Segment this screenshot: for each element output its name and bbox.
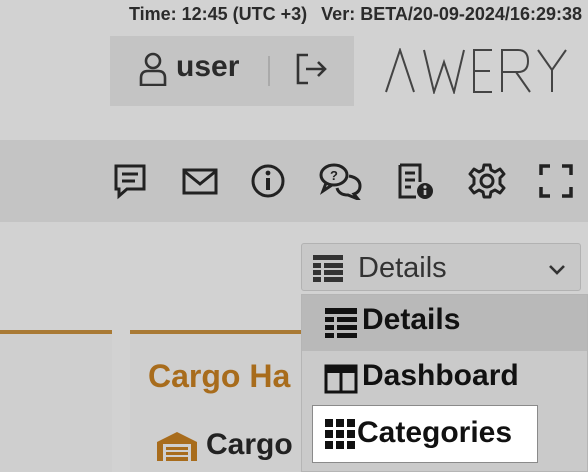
fullscreen-icon[interactable] bbox=[537, 162, 575, 200]
version-text: Ver: BETA/20-09-2024/16:29:38 bbox=[321, 4, 582, 24]
status-info: Time: 12:45 (UTC +3) Ver: BETA/20-09-2024… bbox=[129, 4, 582, 25]
user-panel: user bbox=[110, 36, 354, 106]
summary-card bbox=[0, 330, 112, 472]
view-option-label: Details bbox=[362, 303, 461, 336]
person-icon[interactable] bbox=[138, 52, 168, 86]
warehouse-icon bbox=[157, 432, 197, 461]
top-status-bar: Time: 12:45 (UTC +3) Ver: BETA/20-09-2024… bbox=[0, 0, 588, 30]
chevron-down-icon bbox=[549, 265, 565, 275]
view-option-label: Categories bbox=[357, 416, 513, 449]
view-select[interactable]: Details bbox=[301, 243, 581, 291]
chat-icon[interactable]: ? bbox=[319, 162, 363, 200]
details-grid-icon bbox=[313, 255, 343, 282]
card-title: Cargo Ha bbox=[148, 358, 291, 394]
logout-icon[interactable] bbox=[294, 52, 328, 86]
gear-icon[interactable] bbox=[468, 162, 506, 200]
user-name[interactable]: user bbox=[176, 50, 239, 84]
feedback-icon[interactable] bbox=[111, 162, 149, 200]
view-dropdown-menu: Details Dashboard Categories bbox=[301, 294, 588, 472]
view-option-dashboard[interactable]: Dashboard bbox=[302, 351, 587, 407]
document-info-icon[interactable] bbox=[396, 162, 434, 200]
view-select-value: Details bbox=[358, 252, 447, 284]
toolbar: ? bbox=[0, 140, 588, 222]
svg-text:?: ? bbox=[330, 168, 338, 183]
view-option-details[interactable]: Details bbox=[302, 295, 587, 351]
card-subtitle: Cargo bbox=[206, 428, 293, 461]
time-text: Time: 12:45 (UTC +3) bbox=[128, 4, 308, 24]
view-option-categories[interactable]: Categories bbox=[312, 405, 538, 463]
mail-icon[interactable] bbox=[181, 162, 219, 200]
view-option-label: Dashboard bbox=[362, 359, 519, 392]
awery-logo[interactable] bbox=[384, 48, 580, 94]
details-grid-icon bbox=[325, 308, 357, 338]
categories-grid-icon bbox=[325, 419, 355, 449]
dashboard-icon bbox=[324, 364, 358, 394]
info-icon[interactable] bbox=[249, 162, 287, 200]
cargo-card[interactable]: Cargo Ha Cargo bbox=[130, 330, 310, 472]
divider bbox=[268, 56, 270, 86]
